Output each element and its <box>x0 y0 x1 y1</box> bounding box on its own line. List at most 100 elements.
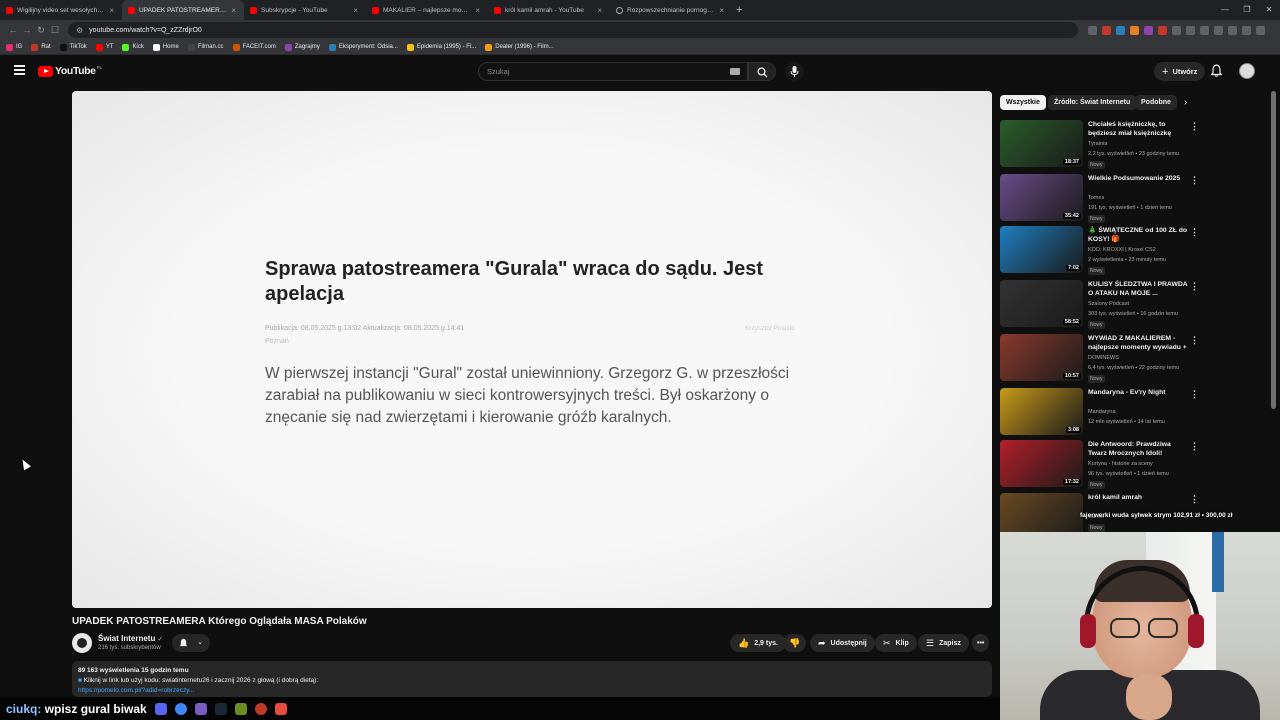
account-avatar[interactable] <box>1239 63 1255 79</box>
more-options-icon[interactable]: ⋮ <box>1190 227 1199 238</box>
bookmark-item[interactable]: TikTok <box>59 43 87 51</box>
recommendation-item[interactable]: 35:42 Wielkie Podsumowanie 2025 Tomes 191 t… <box>1000 174 1205 224</box>
recommendation-channel[interactable]: Tyrainia <box>1088 141 1107 147</box>
recommendation-item[interactable]: 3:08 Mandaryna - Ev'ry Night Mandaryna 12 m… <box>1000 388 1205 438</box>
recommendation-title[interactable]: Wielkie Podsumowanie 2025 <box>1088 174 1188 183</box>
recommendation-thumbnail[interactable]: 10:57 <box>1000 334 1083 381</box>
recommendation-thumbnail[interactable]: 58:52 <box>1000 280 1083 327</box>
recommendation-channel[interactable]: KOD: KROXXI | Kroxxi CS2 <box>1088 247 1156 253</box>
like-button[interactable]: 👍 2,9 tys. <box>730 634 786 652</box>
recommendation-channel[interactable]: DOMINEWS <box>1088 355 1119 361</box>
puzzle-icon[interactable] <box>1200 25 1209 35</box>
extension-icon[interactable] <box>1130 25 1139 35</box>
recommendation-thumbnail[interactable]: 7:02 <box>1000 226 1083 273</box>
browser-tab[interactable]: Subskrypcje - YouTube × <box>244 0 366 20</box>
save-button[interactable]: ☰ Zapisz <box>918 634 969 652</box>
recommendation-item[interactable]: 17:32 Die Antwoord: Prawdziwa Twarz Mrocz… <box>1000 440 1205 490</box>
recommendation-thumbnail[interactable]: 18:37 <box>1000 120 1083 167</box>
restore-icon[interactable]: ❐ <box>1236 0 1258 20</box>
more-options-icon[interactable]: ⋮ <box>1190 389 1199 400</box>
recommendation-item[interactable]: 7:02 🎄 ŚWIĄTECZNE od 100 ZŁ do KOSY! 🎁 KOD… <box>1000 226 1205 276</box>
extension-icon[interactable] <box>1088 25 1097 35</box>
chip-source-channel[interactable]: Źródło: Świat Internetu <box>1048 95 1137 110</box>
bookmark-item[interactable]: IG <box>6 43 22 51</box>
recommendation-item[interactable]: 10:57 WYWIAD Z MAKALIEREM - najlepsze mom… <box>1000 334 1205 384</box>
forward-icon[interactable]: → <box>20 25 34 35</box>
address-bar[interactable]: ⚙ youtube.com/watch?v=Q_zZZrdjrO0 <box>68 22 1078 38</box>
bookmark-item[interactable]: Dealer (1996) - Film... <box>485 43 554 51</box>
youtube-logo[interactable]: YouTube PL <box>38 65 102 77</box>
close-tab-icon[interactable]: × <box>475 6 480 15</box>
search-button[interactable] <box>748 62 776 81</box>
taskbar-steam-icon[interactable] <box>214 702 227 715</box>
extension-icon[interactable] <box>1144 25 1153 35</box>
close-tab-icon[interactable]: × <box>597 6 602 15</box>
keyboard-icon[interactable] <box>730 68 740 75</box>
notifications-bell-icon[interactable] <box>1211 64 1222 77</box>
recommendation-title[interactable]: KULISY ŚLEDZTWA I PRAWDA O ATAKU NA MOJE… <box>1088 280 1188 298</box>
browser-tab[interactable]: MAKALIER – najlepsze momenty wyw × <box>366 0 488 20</box>
more-options-icon[interactable]: ⋮ <box>1190 335 1199 346</box>
close-tab-icon[interactable]: × <box>109 6 114 15</box>
more-options-icon[interactable]: ⋮ <box>1190 494 1199 505</box>
more-options-icon[interactable]: ⋮ <box>1190 121 1199 132</box>
promo-link[interactable]: https://pomelo.com.pl/?adid=robrzeczy... <box>78 686 986 696</box>
channel-avatar[interactable] <box>72 633 92 653</box>
share-icon[interactable] <box>1214 25 1223 35</box>
recommendation-title[interactable]: król kamil amrah <box>1088 493 1188 502</box>
video-player[interactable]: Sprawa patostreamera "Gurala" wraca do s… <box>72 91 992 608</box>
taskbar-brave-icon[interactable] <box>274 702 287 715</box>
recommendation-thumbnail[interactable]: 35:42 <box>1000 174 1083 221</box>
bookmark-page-icon[interactable]: ☐ <box>48 25 62 36</box>
search-input[interactable]: Szukaj <box>478 62 748 81</box>
subscription-bell-button[interactable]: ⌄ <box>172 634 210 652</box>
voice-search-button[interactable] <box>785 62 804 81</box>
bookmark-item[interactable]: Rat <box>31 43 51 51</box>
taskbar-app-icon[interactable] <box>234 702 247 715</box>
download-icon[interactable] <box>1186 25 1195 35</box>
more-options-icon[interactable]: ⋮ <box>1190 281 1199 292</box>
browser-tab[interactable]: król kamil amrah - YouTube × <box>488 0 610 20</box>
close-tab-icon[interactable]: × <box>719 6 724 15</box>
bookmark-item[interactable]: FACEIT.com <box>232 43 276 51</box>
chevron-right-icon[interactable]: › <box>1184 97 1187 108</box>
extension-icon[interactable] <box>1172 25 1181 35</box>
more-actions-button[interactable]: ••• <box>972 634 990 652</box>
clip-button[interactable]: ✂ Klip <box>875 634 917 652</box>
recommendation-channel[interactable]: Tomes <box>1088 195 1104 201</box>
recommendation-title[interactable]: Die Antwoord: Prawdziwa Twarz Mrocznych … <box>1088 440 1188 458</box>
channel-name[interactable]: Świat Internetu ✓ <box>98 634 163 643</box>
dislike-button[interactable]: 👎 <box>783 634 807 652</box>
create-button[interactable]: + Utwórz <box>1154 62 1206 81</box>
recommendation-title[interactable]: Chciałeś księżniczkę, to będziesz miał k… <box>1088 120 1188 138</box>
taskbar-record-icon[interactable] <box>254 702 267 715</box>
browser-tab[interactable]: Rozpowszechnianie pornografii dzie× <box>610 0 732 20</box>
browser-tab[interactable]: UPADEK PATOSTREAMERA Kt × <box>122 0 244 20</box>
extension-icon[interactable] <box>1116 25 1125 35</box>
new-tab-button[interactable]: + <box>736 4 742 16</box>
recommendation-title[interactable]: 🎄 ŚWIĄTECZNE od 100 ZŁ do KOSY! 🎁 <box>1088 226 1188 244</box>
reload-icon[interactable]: ↻ <box>34 25 48 36</box>
recommendation-thumbnail[interactable]: 3:08 <box>1000 388 1083 435</box>
bookmark-item[interactable]: Filman.cc <box>187 43 224 51</box>
chip-similar[interactable]: Podobne <box>1135 95 1177 110</box>
recommendation-thumbnail[interactable]: 17:32 <box>1000 440 1083 487</box>
site-info-icon[interactable]: ⚙ <box>76 26 83 35</box>
bookmark-item[interactable]: YT <box>95 43 113 51</box>
bookmark-item[interactable]: Kick <box>122 43 144 51</box>
minimize-icon[interactable]: — <box>1214 0 1236 20</box>
bookmark-item[interactable]: Epidemia (1995) - Fi... <box>406 43 476 51</box>
share-button[interactable]: ➦ Udostępnij <box>810 634 875 652</box>
media-icon[interactable] <box>1228 25 1237 35</box>
taskbar-obs-icon[interactable] <box>194 702 207 715</box>
scrollbar[interactable] <box>1271 91 1276 409</box>
chip-all[interactable]: Wszystkie <box>1000 95 1046 110</box>
bookmark-item[interactable]: Zagrajmy <box>284 43 320 51</box>
recommendation-item[interactable]: 58:52 KULISY ŚLEDZTWA I PRAWDA O ATAKU NA… <box>1000 280 1205 330</box>
recommendation-channel[interactable]: Kurtyna - historie za sceny <box>1088 461 1153 467</box>
close-tab-icon[interactable]: × <box>231 6 236 15</box>
close-window-icon[interactable]: ✕ <box>1258 0 1280 20</box>
extension-icon[interactable] <box>1102 25 1111 35</box>
description-box[interactable]: 89 163 wyświetlenia 15 godzin temu ■ Kli… <box>72 661 992 697</box>
back-icon[interactable]: ← <box>6 25 20 35</box>
